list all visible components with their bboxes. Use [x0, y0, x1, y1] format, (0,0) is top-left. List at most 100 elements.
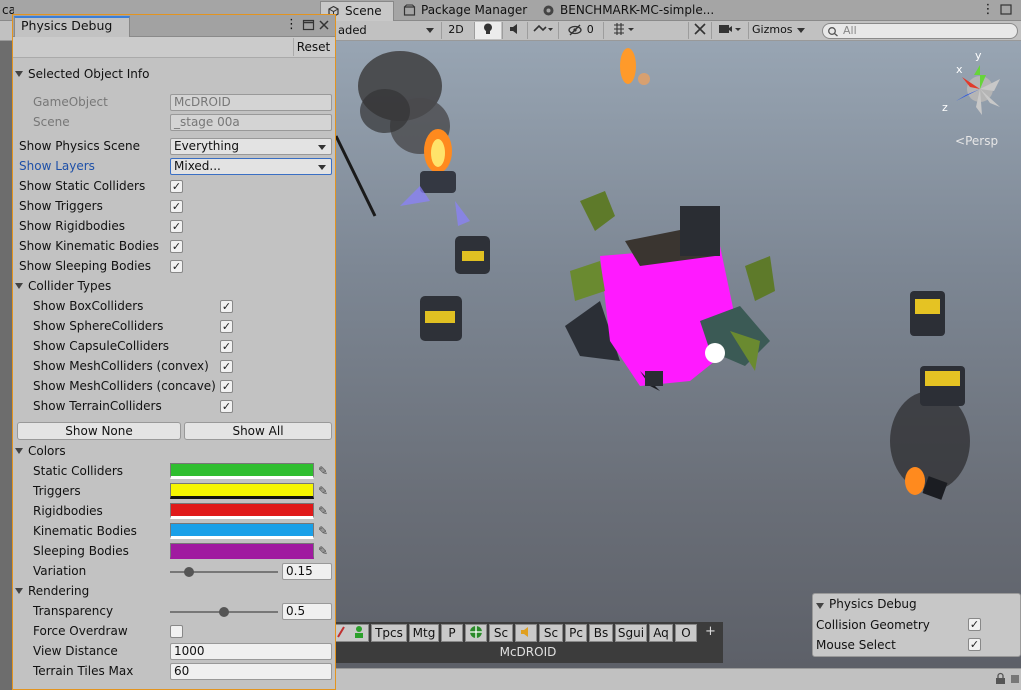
- physics-debug-overlay: Physics Debug Collision Geometry ✓ Mouse…: [812, 593, 1021, 657]
- triggers-color[interactable]: [170, 483, 314, 499]
- maximize-icon[interactable]: [302, 19, 315, 31]
- layer-button-sc[interactable]: Sc: [489, 624, 513, 642]
- reset-button[interactable]: Reset: [293, 38, 333, 56]
- eyedropper-icon[interactable]: ✎: [315, 543, 331, 559]
- eyedropper-icon[interactable]: ✎: [315, 463, 331, 479]
- layer-toolbar: Tpcs Mtg P Sc Sc Pc Bs Sgui Aq O + McDRO…: [333, 622, 723, 663]
- layers-dropdown[interactable]: Mixed...: [170, 158, 332, 175]
- kinematic-bodies-color[interactable]: [170, 523, 314, 539]
- box-colliders-checkbox[interactable]: ✓: [220, 300, 233, 313]
- rigidbodies-checkbox[interactable]: ✓: [170, 220, 183, 233]
- sleeping-bodies-checkbox[interactable]: ✓: [170, 260, 183, 273]
- search-input[interactable]: All: [822, 23, 1018, 39]
- eyedropper-icon[interactable]: ✎: [315, 503, 331, 519]
- selected-object-foldout[interactable]: Selected Object Info: [14, 65, 149, 84]
- terrain-tiles-field[interactable]: 60: [170, 663, 332, 680]
- camera-icon: [718, 25, 741, 33]
- collision-geometry-checkbox[interactable]: ✓: [968, 618, 981, 631]
- layers-icon[interactable]: [1010, 672, 1020, 685]
- collider-label: Show MeshColliders (convex): [33, 359, 209, 373]
- window-menu-icon[interactable]: ⋮: [285, 18, 298, 32]
- tools-button[interactable]: [688, 22, 710, 39]
- audio-toggle[interactable]: [502, 22, 526, 39]
- lock-icon[interactable]: [995, 672, 1006, 685]
- toggle-2d-button[interactable]: 2D: [441, 22, 470, 39]
- terrain-colliders-checkbox[interactable]: ✓: [220, 400, 233, 413]
- lighting-toggle[interactable]: [474, 22, 501, 39]
- orientation-gizmo[interactable]: y x z: [940, 49, 1020, 129]
- show-all-button[interactable]: Show All: [184, 422, 332, 440]
- transparency-slider[interactable]: [170, 602, 278, 622]
- scene-value: _stage 00a: [174, 115, 240, 129]
- overlay-title[interactable]: Physics Debug: [816, 597, 917, 611]
- show-none-button[interactable]: Show None: [17, 422, 181, 440]
- colors-foldout[interactable]: Colors: [15, 442, 66, 461]
- transparency-value: 0.5: [286, 604, 306, 618]
- capsule-colliders-checkbox[interactable]: ✓: [220, 340, 233, 353]
- robot-drone: [910, 291, 945, 336]
- hidden-objects-toggle[interactable]: 0: [558, 22, 602, 39]
- layer-button-pc[interactable]: Pc: [565, 624, 587, 642]
- mouse-select-label: Mouse Select: [816, 638, 896, 652]
- mouse-select-checkbox[interactable]: ✓: [968, 638, 981, 651]
- mesh-convex-checkbox[interactable]: ✓: [220, 360, 233, 373]
- view-distance-field[interactable]: 1000: [170, 643, 332, 660]
- mesh-concave-checkbox[interactable]: ✓: [220, 380, 233, 393]
- rendering-header: Rendering: [28, 584, 90, 598]
- shading-mode-dropdown[interactable]: aded: [336, 22, 436, 39]
- layer-button-p[interactable]: P: [441, 624, 463, 642]
- layer-icons[interactable]: [333, 624, 369, 642]
- layer-button-ball[interactable]: [465, 624, 487, 642]
- gizmos-dropdown[interactable]: Gizmos: [748, 22, 808, 39]
- layer-button-mtg[interactable]: Mtg: [409, 624, 439, 642]
- rigidbodies-color[interactable]: [170, 503, 314, 519]
- collider-types-header: Collider Types: [28, 279, 112, 293]
- character-icon: [337, 626, 363, 638]
- grid-dropdown[interactable]: [603, 22, 643, 39]
- layer-button-o[interactable]: O: [675, 624, 697, 642]
- collider-types-foldout[interactable]: Collider Types: [14, 277, 112, 296]
- add-layer-button[interactable]: +: [705, 624, 716, 639]
- rendering-foldout[interactable]: Rendering: [14, 582, 90, 601]
- sphere-colliders-checkbox[interactable]: ✓: [220, 320, 233, 333]
- transparency-field[interactable]: 0.5: [282, 603, 332, 620]
- layer-button-tpcs[interactable]: Tpcs: [371, 624, 407, 642]
- triggers-checkbox[interactable]: ✓: [170, 200, 183, 213]
- camera-dropdown[interactable]: [711, 22, 747, 39]
- static-colliders-checkbox[interactable]: ✓: [170, 180, 183, 193]
- maximize-icon[interactable]: [998, 3, 1014, 17]
- effects-dropdown[interactable]: [527, 22, 557, 39]
- tab-menu-icon[interactable]: ⋮: [980, 3, 996, 17]
- static-colliders-color[interactable]: [170, 463, 314, 479]
- robot-drone: [420, 296, 462, 341]
- layer-button-sc-2[interactable]: Sc: [539, 624, 563, 642]
- tab-benchmark[interactable]: BENCHMARK-MC-simple...: [536, 1, 726, 21]
- variation-slider[interactable]: [170, 562, 278, 582]
- layer-button-audio[interactable]: [515, 624, 537, 642]
- layer-button-label: Aq: [653, 626, 669, 640]
- sleeping-bodies-color[interactable]: [170, 543, 314, 559]
- tab-package-manager[interactable]: Package Manager: [397, 1, 531, 21]
- eyedropper-icon[interactable]: ✎: [315, 523, 331, 539]
- layer-button-sgui[interactable]: Sgui: [615, 624, 647, 642]
- color-label: Sleeping Bodies: [33, 544, 129, 558]
- layer-button-aq[interactable]: Aq: [649, 624, 673, 642]
- force-overdraw-checkbox[interactable]: [170, 625, 183, 638]
- tab-physics-debug[interactable]: Physics Debug: [14, 16, 130, 37]
- slider-thumb[interactable]: [219, 607, 229, 617]
- layer-button-bs[interactable]: Bs: [589, 624, 613, 642]
- window-header: Physics Debug ⋮: [13, 15, 335, 37]
- toggle-label: Show Sleeping Bodies: [19, 259, 152, 273]
- fire-effect: [424, 129, 452, 173]
- variation-field[interactable]: 0.15: [282, 563, 332, 580]
- projection-toggle[interactable]: <Persp: [955, 134, 998, 148]
- gizmos-label: Gizmos: [752, 23, 793, 36]
- eyedropper-icon[interactable]: ✎: [315, 483, 331, 499]
- close-icon[interactable]: [318, 19, 330, 31]
- physics-scene-dropdown[interactable]: Everything: [170, 138, 332, 155]
- show-none-label: Show None: [65, 424, 133, 438]
- slider-thumb[interactable]: [184, 567, 194, 577]
- package-icon: [403, 4, 416, 16]
- kinematic-bodies-checkbox[interactable]: ✓: [170, 240, 183, 253]
- reset-label: Reset: [296, 40, 331, 54]
